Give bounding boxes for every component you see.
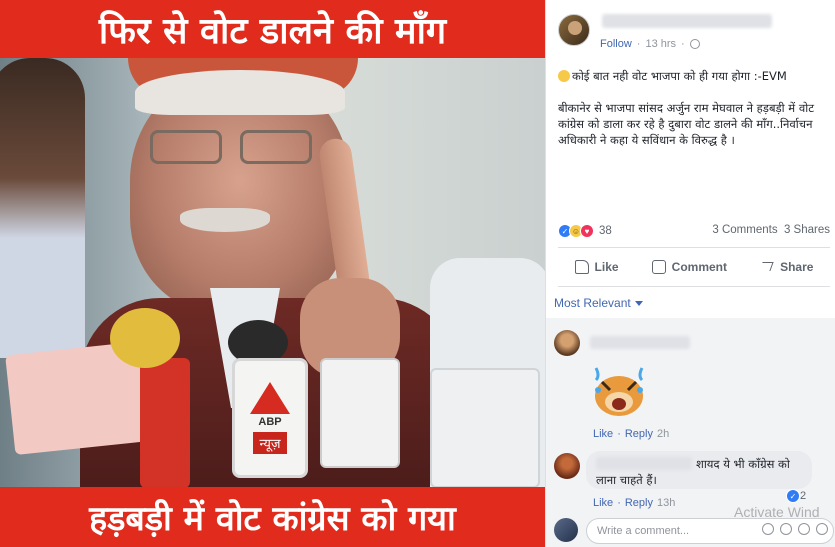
photo-headline-bottom: हड़बड़ी में वोट कांग्रेस को गया xyxy=(0,487,545,547)
post-line-2: बीकानेर से भाजपा सांसद अर्जुन राम मेघवाल… xyxy=(558,101,814,147)
reaction-count: 38 xyxy=(599,225,612,237)
post-body: कोई बात नही वोट भाजपा को ही गया होगा :-E… xyxy=(558,68,828,164)
reactions-summary[interactable]: ✓ ☺ ♥ 38 xyxy=(558,224,612,238)
comment-1-like[interactable]: Like xyxy=(593,428,613,440)
crying-sticker-icon xyxy=(594,367,644,416)
photo-scene: ABP न्यूज़ xyxy=(0,58,545,487)
like-button-label: Like xyxy=(594,260,619,274)
comment-2-reactions[interactable]: ✓ 2 xyxy=(786,489,806,503)
composer-tools xyxy=(762,523,828,535)
follow-link[interactable]: Follow xyxy=(600,38,632,50)
post-stats: ✓ ☺ ♥ 38 3 Comments 3 Shares xyxy=(558,224,830,240)
share-button[interactable]: Share xyxy=(760,256,813,278)
actions-divider xyxy=(558,286,830,287)
comment-2-like[interactable]: Like xyxy=(593,497,613,509)
commenter-1-avatar[interactable] xyxy=(554,330,580,356)
shares-count-link[interactable]: 3 Shares xyxy=(784,224,830,236)
meta-dot: · xyxy=(636,38,641,50)
abp-news-label: न्यूज़ xyxy=(253,432,287,454)
comment-2-time[interactable]: 13h xyxy=(657,497,675,509)
comment-button[interactable]: Comment xyxy=(651,256,727,278)
camera-icon[interactable] xyxy=(780,523,792,535)
like-button[interactable]: Like xyxy=(574,256,619,278)
author-name-redacted[interactable] xyxy=(602,14,772,28)
comment-sort-dropdown[interactable]: Most Relevant xyxy=(554,296,643,310)
comment-composer: Write a comment... xyxy=(554,516,834,544)
post-meta: Follow · 13 hrs · xyxy=(600,38,700,50)
post-line-1-text: कोई बात नही वोट भाजपा को ही गया होगा :-E… xyxy=(572,69,787,83)
meta-dot: · xyxy=(681,38,685,50)
like-reaction-icon: ✓ xyxy=(786,489,800,503)
comment-1-actions: Like · Reply 2h xyxy=(593,428,669,440)
commenter-2-avatar[interactable] xyxy=(554,453,580,479)
comment-1-reply[interactable]: Reply xyxy=(625,428,653,440)
share-arrow-icon xyxy=(760,260,774,274)
comment-2-reply[interactable]: Reply xyxy=(625,497,653,509)
commenter-1-name-redacted[interactable] xyxy=(590,336,690,349)
thumbs-up-icon xyxy=(574,260,589,274)
abp-brand: ABP xyxy=(258,416,282,428)
comment-bubble-icon xyxy=(651,260,666,274)
post-header: Follow · 13 hrs · xyxy=(558,14,828,54)
comment-2-actions: Like · Reply 13h xyxy=(593,497,675,509)
love-reaction-icon: ♥ xyxy=(580,224,594,238)
comments-count-link[interactable]: 3 Comments xyxy=(712,224,777,236)
smile-emoji-icon xyxy=(558,70,570,82)
gif-icon[interactable] xyxy=(798,523,810,535)
comment-sort-label: Most Relevant xyxy=(554,296,631,310)
stats-divider xyxy=(558,247,830,248)
post-photo[interactable]: फिर से वोट डालने की माँग ABP न्यूज़ हड़ब… xyxy=(0,0,545,547)
caret-down-icon xyxy=(634,300,643,306)
dot: · xyxy=(617,428,621,440)
photo-headline-top: फिर से वोट डालने की माँग xyxy=(0,0,545,58)
post-panel: Follow · 13 hrs · कोई बात नही वोट भाजपा … xyxy=(545,0,835,547)
sticker-icon[interactable] xyxy=(816,523,828,535)
activate-windows-watermark: Activate Wind xyxy=(734,504,820,520)
author-avatar[interactable] xyxy=(558,14,590,46)
share-button-label: Share xyxy=(780,260,814,274)
globe-icon xyxy=(689,39,700,49)
comment-2-like-count: 2 xyxy=(800,490,807,502)
comments-shares-count: 3 Comments 3 Shares xyxy=(712,224,830,236)
post-action-bar: Like Comment Share xyxy=(558,256,830,278)
dot: · xyxy=(617,497,621,509)
comment-button-label: Comment xyxy=(671,260,727,274)
post-line-1: कोई बात नही वोट भाजपा को ही गया होगा :-E… xyxy=(558,68,828,84)
emoji-picker-icon[interactable] xyxy=(762,523,774,535)
screenshot-root: फिर से वोट डालने की माँग ABP न्यूज़ हड़ब… xyxy=(0,0,835,547)
viewer-avatar xyxy=(554,518,578,542)
comment-2-text: शायद ये भी कॉंग्रेस को लाना चाहते हैं। xyxy=(596,457,790,487)
comment-1-time[interactable]: 2h xyxy=(657,428,669,440)
abp-triangle-icon xyxy=(250,382,290,414)
abp-mic-logo: ABP न्यूज़ xyxy=(232,358,308,478)
post-time[interactable]: 13 hrs xyxy=(645,38,676,50)
